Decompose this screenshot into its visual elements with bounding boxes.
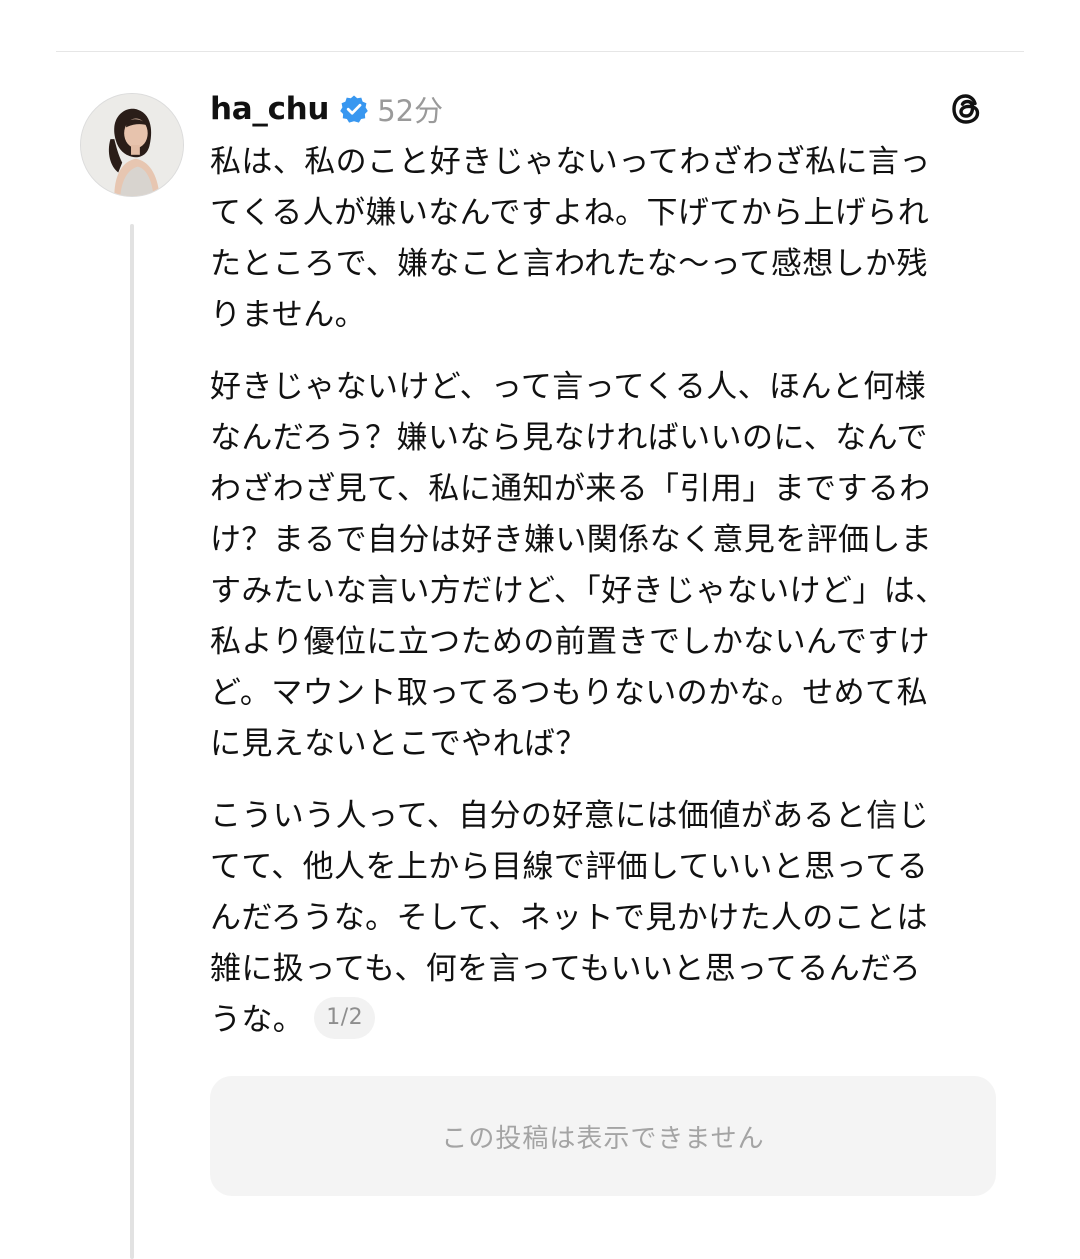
post-text-line: 好きじゃないけど、って言ってくる人、ほんと何様 (210, 369, 926, 405)
quoted-post-unavailable: この投稿は表示できません (210, 1076, 996, 1196)
post-header: ha_chu 52分 (210, 84, 1000, 134)
post-paragraph-2: 好きじゃないけど、って言ってくる人、ほんと何様 なんだろう？嫌いなら見なければい… (210, 362, 1010, 770)
threads-logo-icon[interactable] (946, 89, 986, 129)
post-paragraph-3: こういう人って、自分の好意には価値があると信じ てて、他人を上から目線で評価して… (210, 791, 1010, 1046)
post-text-line: んだろうな。そして、ネットで見かけた人のことは (210, 900, 928, 936)
post-text-line: 雑に扱っても、何を言ってもいいと思ってるんだろ (210, 951, 922, 987)
post-text-line: りません。 (210, 297, 367, 333)
post-text-line: 私より優位に立つための前置きでしかないんですけ (210, 624, 931, 660)
post-text-line: てくる人が嫌いなんですよね。下げてから上げられ (210, 195, 930, 231)
post-text-line: すみたいな言い方だけど、「好きじゃないけど」は、 (210, 573, 947, 609)
page-indicator: 1/2 (314, 996, 376, 1039)
avatar[interactable] (80, 93, 184, 197)
post-text-line-last: うな。 1/2 (210, 995, 1010, 1046)
unavailable-message: この投稿は表示できません (441, 1123, 765, 1154)
post-text-line: てて、他人を上から目線で評価していいと思ってる (210, 849, 929, 885)
post-text-line: け？まるで自分は好き嫌い関係なく意見を評価しま (210, 522, 933, 558)
post-text-line: ど。マウント取ってるつもりないのかな。せめて私 (210, 675, 928, 711)
post-text-line: たところで、嫌なこと言われたな〜って感想しか残 (210, 246, 928, 282)
post-time: 52分 (377, 94, 444, 128)
post-text-line: に見えないとこでやれば？ (210, 726, 587, 762)
post-text-line: こういう人って、自分の好意には価値があると信じ (210, 798, 930, 834)
verified-badge-icon (339, 94, 369, 124)
post-paragraph-1: 私は、私のこと好きじゃないってわざわざ私に言っ てくる人が嫌いなんですよね。下げ… (210, 137, 1010, 341)
post-text-line: なんだろう？嫌いなら見なければいいのに、なんで (210, 420, 928, 456)
post-text-line: うな。 (210, 1002, 305, 1038)
post-text-line: 私は、私のこと好きじゃないってわざわざ私に言っ (210, 144, 931, 180)
thread-line (130, 224, 134, 1259)
profile-photo (81, 94, 183, 196)
top-divider (56, 51, 1024, 52)
post-body: 私は、私のこと好きじゃないってわざわざ私に言っ てくる人が嫌いなんですよね。下げ… (210, 137, 1010, 1067)
post-text-line: わざわざ見て、私に通知が来る「引用」までするわ (210, 471, 931, 507)
username[interactable]: ha_chu (210, 91, 330, 127)
